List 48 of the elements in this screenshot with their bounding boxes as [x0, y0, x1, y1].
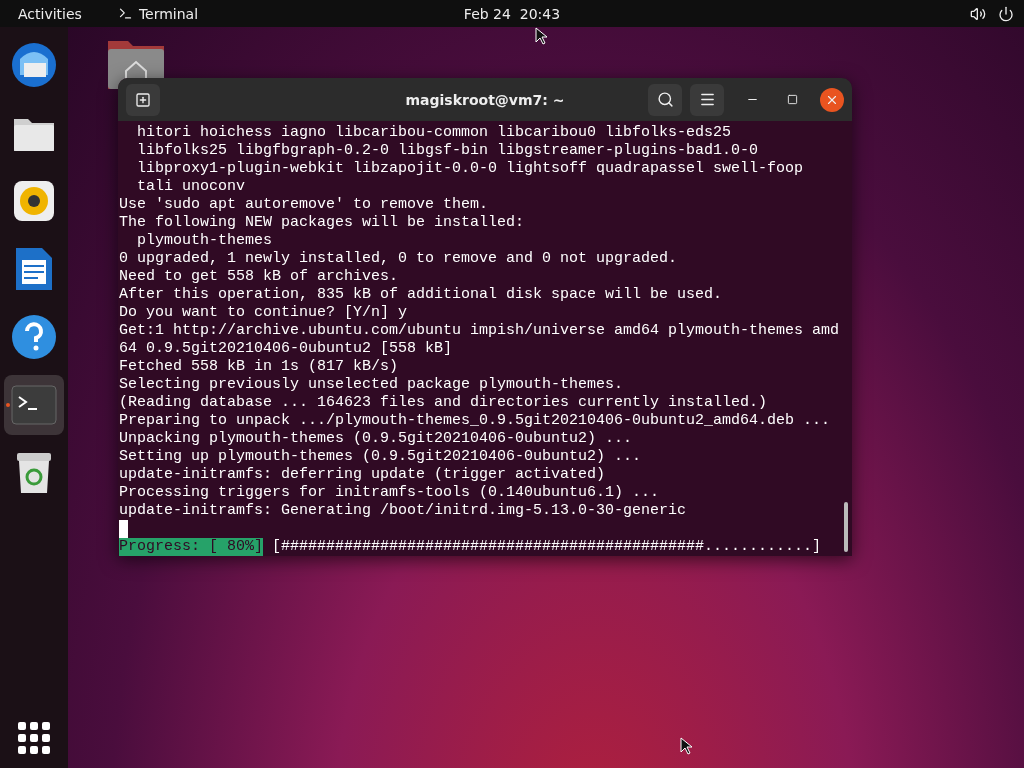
terminal-line: Processing triggers for initramfs-tools (0.140ubuntu6.1) ... [119, 484, 661, 502]
trash-icon [15, 451, 53, 495]
terminal-line: libproxy1-plugin-webkit libzapojit-0.0-0 lightsoff quadrapassel swell-foop [136, 160, 805, 178]
power-icon[interactable] [998, 5, 1014, 22]
search-icon [656, 91, 674, 108]
menu-button[interactable] [690, 83, 724, 116]
text-cursor [119, 520, 128, 538]
terminal-line: After this operation, 835 kB of additional disk space will be used. [119, 286, 724, 304]
terminal-line: plymouth-themes [136, 232, 274, 250]
terminal-line: Do you want to continue? [Y/n] y [119, 304, 409, 322]
terminal-line: Selecting previously unselected package plymouth-themes. [119, 376, 625, 394]
terminal-line: 64 0.9.5git20210406-0ubuntu2 [558 kB] [119, 340, 454, 358]
terminal-line: Preparing to unpack .../plymouth-themes_0.9.5git20210406-0ubuntu2_amd64.deb ... [119, 412, 832, 430]
terminal-line: Unpacking plymouth-themes (0.9.5git20210406-0ubuntu2) ... [119, 430, 634, 448]
terminal-line: libfolks25 libgfbgraph-0.2-0 libgsf-bin libgstreamer-plugins-bad1.0-0 [136, 142, 760, 160]
terminal-line: (Reading database ... 164623 files and directories currently installed.) [119, 394, 769, 412]
terminal-line: The following NEW packages will be installed: [119, 214, 526, 232]
terminal-line: hitori hoichess iagno libcaribou-common libcaribou0 libfolks-eds25 [136, 124, 733, 142]
activities-button[interactable]: Activities [18, 5, 82, 22]
close-button[interactable] [820, 87, 844, 112]
new-tab-button[interactable] [126, 83, 160, 116]
volume-icon[interactable] [970, 5, 986, 22]
window-title: magiskroot@vm7: ~ [405, 91, 565, 108]
terminal-line: Setting up plymouth-themes (0.9.5git20210406-0ubuntu2) ... [119, 448, 643, 466]
new-tab-icon [135, 91, 151, 108]
terminal-line: Use 'sudo apt autoremove' to remove them. [119, 196, 490, 214]
terminal-line: 0 upgraded, 1 newly installed, 0 to remove and 0 not upgraded. [119, 250, 679, 268]
terminal-line: Fetched 558 kB in 1s (817 kB/s) [119, 358, 400, 376]
search-button[interactable] [648, 83, 682, 116]
terminal-line: Get:1 http://archive.ubuntu.com/ubuntu impish/universe amd64 plymouth-themes amd [119, 322, 840, 340]
progress-label: Progress: [ 80%] [119, 538, 264, 556]
menu-icon [698, 91, 716, 108]
terminal-line: update-initramfs: deferring update (trigger activated) [119, 466, 607, 484]
maximize-icon [786, 94, 798, 105]
clock[interactable]: Feb 24 20:43 [463, 5, 561, 22]
progress-bar-text: [###############################################............] [272, 538, 822, 556]
scrollbar-thumb[interactable] [844, 502, 848, 552]
terminal-icon [11, 385, 57, 425]
terminal-icon [117, 6, 133, 21]
help-icon [11, 314, 57, 360]
mouse-pointer-icon [680, 737, 692, 755]
terminal-line: update-initramfs: Generating /boot/initrd.img-5.13.0-30-generic [119, 502, 688, 520]
apps-grid-icon[interactable] [18, 722, 50, 754]
terminal-line: Need to get 558 kB of archives. [119, 268, 400, 286]
speaker-icon [12, 179, 56, 223]
terminal-line: tali unoconv [136, 178, 247, 196]
document-icon [14, 246, 54, 292]
app-menu[interactable]: Terminal [138, 5, 199, 22]
